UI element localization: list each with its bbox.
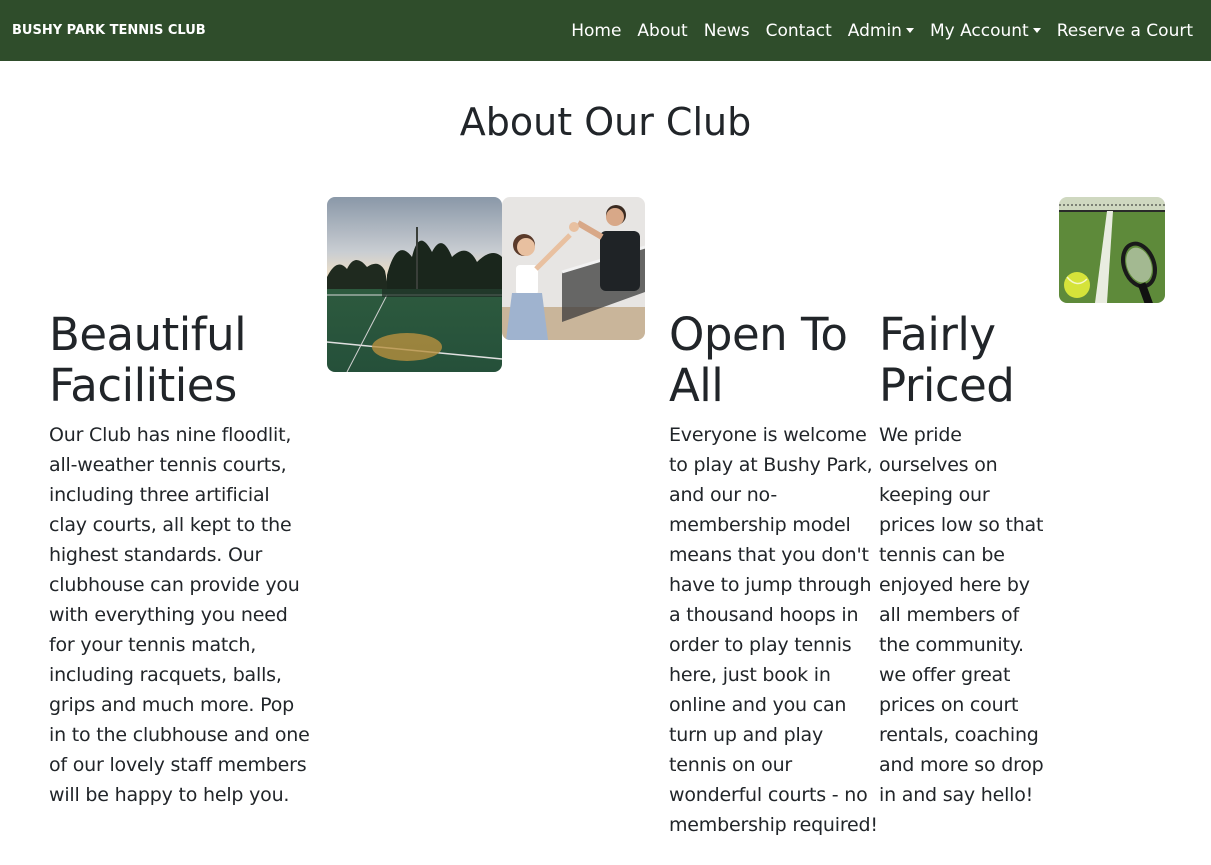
- brand-logo-link[interactable]: BUSHY PARK TENNIS CLUB: [12, 23, 206, 38]
- facilities-section: Beautiful Facilities Our Club has nine f…: [49, 309, 311, 810]
- players-photo: [502, 197, 645, 340]
- caret-down-icon: [905, 28, 914, 33]
- open-to-all-text: Everyone is welcome to play at Bushy Par…: [669, 424, 878, 836]
- open-to-all-heading: Open To All: [669, 308, 848, 412]
- fairly-priced-heading: Fairly Priced: [879, 308, 1015, 412]
- fairly-priced-section: Fairly Priced We pride ourselves on keep…: [879, 309, 1045, 810]
- fairly-priced-text: We pride ourselves on keeping our prices…: [879, 424, 1044, 806]
- nav-admin-dropdown[interactable]: Admin: [840, 21, 922, 41]
- nav-reserve-link[interactable]: Reserve a Court: [1049, 21, 1199, 41]
- courts-photo: [327, 197, 502, 372]
- nav-account-dropdown[interactable]: My Account: [922, 21, 1049, 41]
- nav-links: Home About News Contact Admin My Account…: [563, 0, 1199, 61]
- nav-admin-label: Admin: [847, 20, 902, 41]
- open-to-all-section: Open To All Everyone is welcome to play …: [669, 309, 879, 840]
- top-navbar: BUSHY PARK TENNIS CLUB Home About News C…: [0, 0, 1211, 61]
- nav-account-label: My Account: [929, 20, 1029, 41]
- facilities-text: Our Club has nine floodlit, all-weather …: [49, 424, 310, 806]
- nav-home-link[interactable]: Home: [563, 21, 629, 41]
- nav-about-link[interactable]: About: [629, 21, 695, 41]
- page-title: About Our Club: [459, 100, 752, 144]
- nav-contact-link[interactable]: Contact: [758, 21, 840, 41]
- ball-racquet-photo: [1059, 197, 1165, 303]
- nav-news-link[interactable]: News: [696, 21, 758, 41]
- facilities-heading: Beautiful Facilities: [49, 308, 247, 412]
- caret-down-icon: [1032, 28, 1041, 33]
